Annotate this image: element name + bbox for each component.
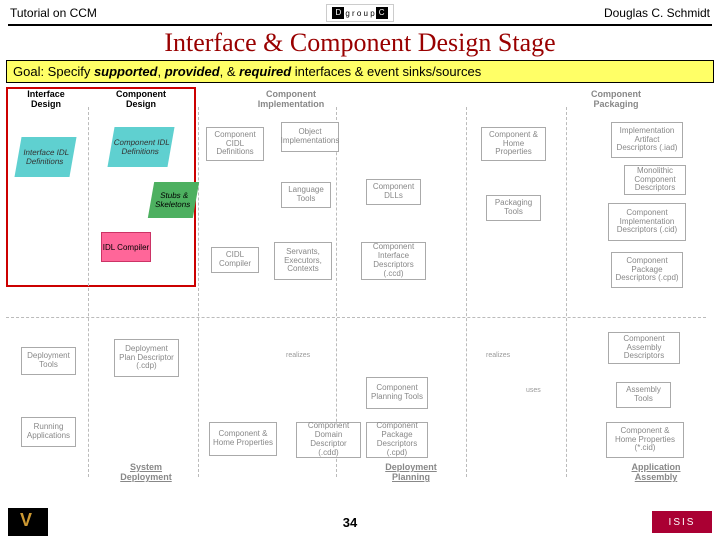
col-deploy-plan: Deployment Planning — [371, 462, 451, 482]
col-comp-pkg: Component Packaging — [576, 89, 656, 109]
label-realizes2: realizes — [486, 352, 510, 359]
node-comp-pkg-desc2: Component Package Descriptors (.cpd) — [366, 422, 428, 458]
footer: V 34 ISIS — [0, 508, 720, 536]
divider-v4 — [466, 107, 467, 477]
divider-v5 — [566, 107, 567, 477]
node-running-apps: Running Applications — [21, 417, 76, 447]
goal-suffix: interfaces & event sinks/sources — [291, 64, 481, 79]
node-comp-home-prop: Component & Home Properties — [481, 127, 546, 161]
node-mono-comp-desc: Monolithic Component Descriptors — [624, 165, 686, 195]
node-obj-impl: Object Implementations — [281, 122, 339, 152]
node-impl-art-desc: Implementation Artifact Descriptors (.ia… — [611, 122, 683, 158]
divider-v2 — [198, 107, 199, 477]
node-comp-pkg-desc: Component Package Descriptors (.cpd) — [611, 252, 683, 288]
slide-title: Interface & Component Design Stage — [0, 28, 720, 58]
header-logo: Dg r o u pC — [326, 4, 393, 22]
node-comp-asm-desc: Component Assembly Descriptors — [608, 332, 680, 364]
page-number: 34 — [48, 515, 652, 530]
goal-i2: provided — [165, 64, 220, 79]
node-pkg-tools: Packaging Tools — [486, 195, 541, 221]
header-divider — [8, 24, 712, 26]
goal-i3: required — [239, 64, 291, 79]
node-comp-home-prop3: Component & Home Properties (*.cid) — [606, 422, 684, 458]
goal-bar: Goal: Specify supported, provided, & req… — [6, 60, 714, 83]
node-stubs-skeletons: Stubs & Skeletons — [148, 182, 199, 218]
node-lang-tools: Language Tools — [281, 182, 331, 208]
goal-prefix: Goal: Specify — [13, 64, 94, 79]
node-comp-plan-tools: Component Planning Tools — [366, 377, 428, 409]
divider-h1 — [6, 317, 706, 318]
node-servants: Servants, Executors, Contexts — [274, 242, 332, 280]
header-right-text: Douglas C. Schmidt — [394, 6, 710, 20]
node-asm-tools: Assembly Tools — [616, 382, 671, 408]
node-comp-home-prop2: Component & Home Properties — [209, 422, 277, 456]
node-component-idl: Component IDL Definitions — [107, 127, 174, 167]
col-app-asm: Application Assembly — [621, 462, 691, 482]
col-sys-deploy: System Deployment — [111, 462, 181, 482]
col-comp-impl: Component Implementation — [251, 89, 331, 109]
divider-v1 — [88, 107, 89, 477]
node-comp-domain-desc: Component Domain Descriptor (.cdd) — [296, 422, 361, 458]
node-cidl-compiler: CIDL Compiler — [211, 247, 259, 273]
label-uses: uses — [526, 387, 541, 394]
node-idl-compiler: IDL Compiler — [101, 232, 151, 262]
label-realizes: realizes — [286, 352, 310, 359]
node-interface-idl: Interface IDL Definitions — [14, 137, 76, 177]
node-comp-cidl: Component CIDL Definitions — [206, 127, 264, 161]
footer-logo-left: V — [8, 508, 48, 536]
header-left-text: Tutorial on CCM — [10, 6, 326, 20]
node-comp-dlls: Component DLLs — [366, 179, 421, 205]
node-deploy-plan-desc: Deployment Plan Descriptor (.cdp) — [114, 339, 179, 377]
node-comp-int-desc: Component Interface Descriptors (.ccd) — [361, 242, 426, 280]
diagram-canvas: Interface Design Component Design Compon… — [6, 87, 714, 487]
goal-c2: , & — [220, 64, 240, 79]
goal-i1: supported — [94, 64, 158, 79]
goal-c1: , — [158, 64, 165, 79]
node-comp-impl-desc: Component Implementation Descriptors (.c… — [608, 203, 686, 241]
node-deploy-tools: Deployment Tools — [21, 347, 76, 375]
footer-logo-right: ISIS — [652, 511, 712, 533]
